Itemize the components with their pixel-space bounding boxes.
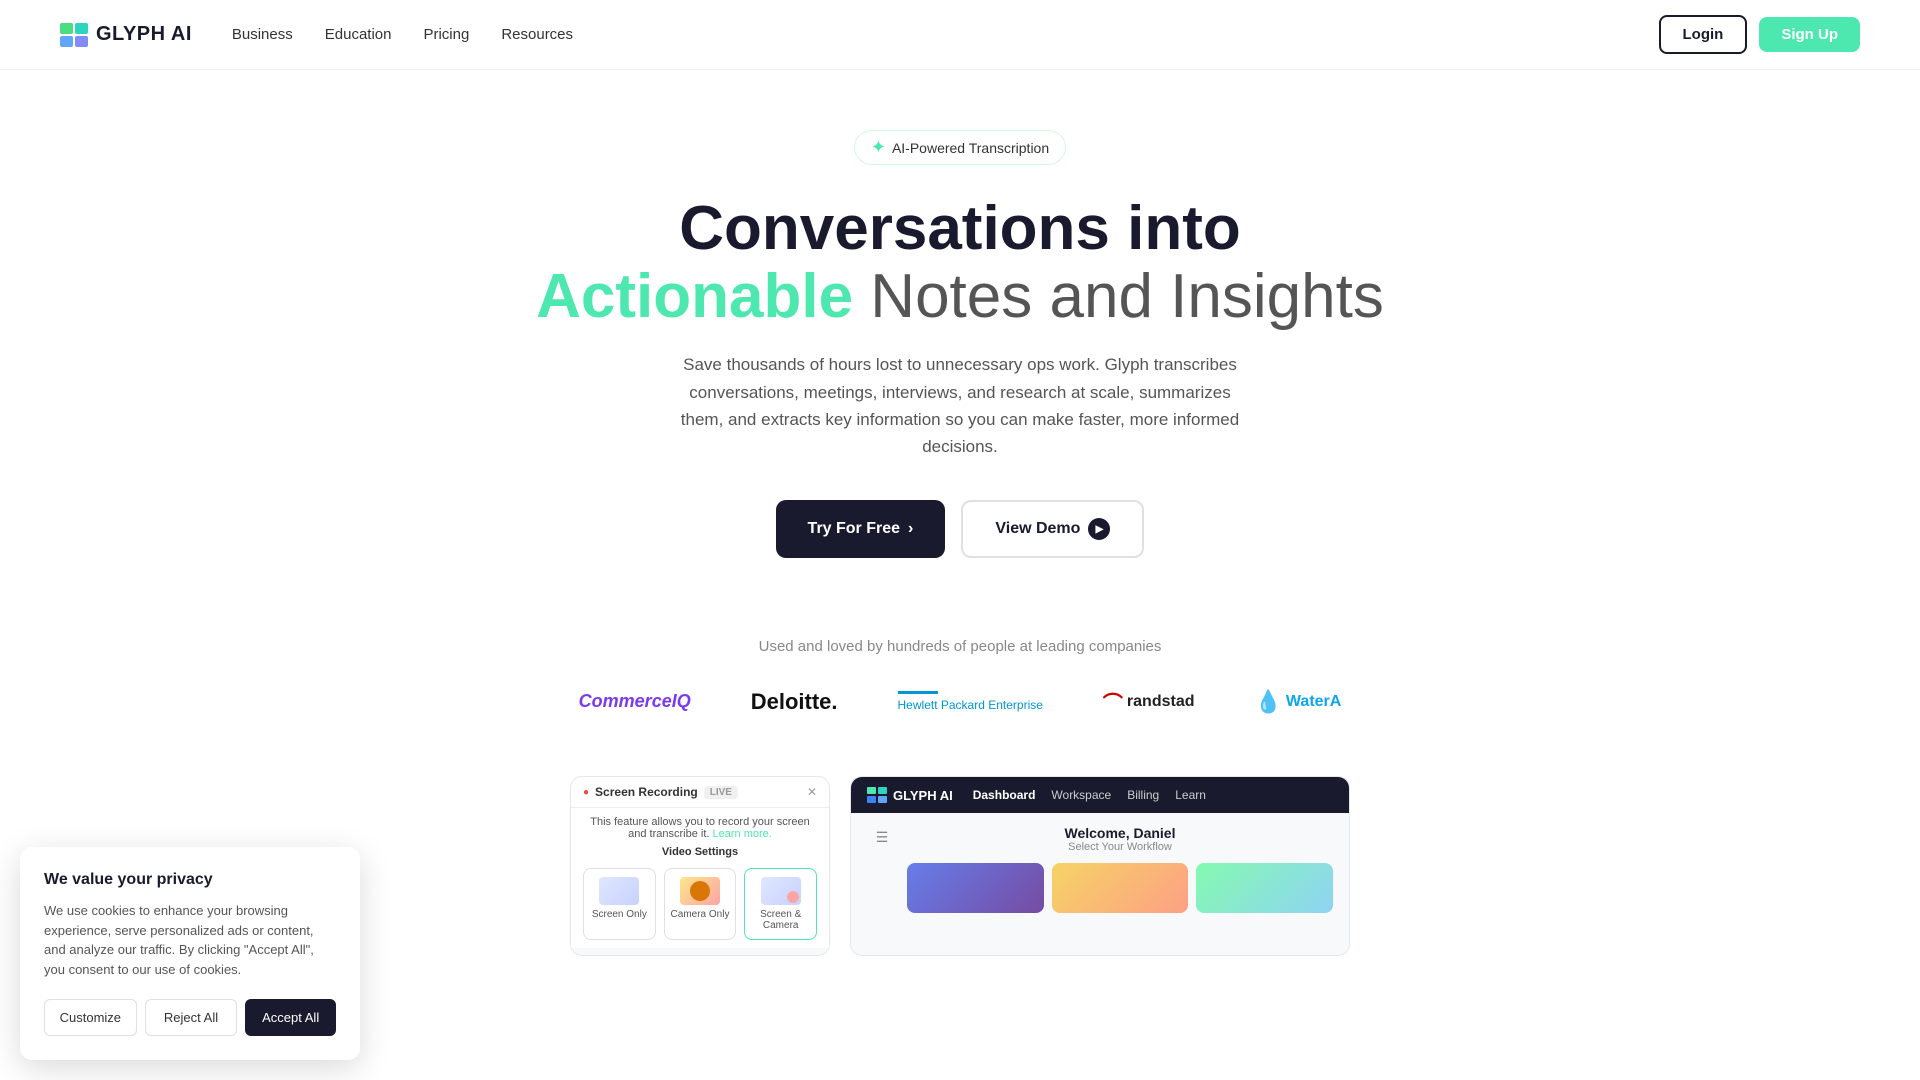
workflow-subtitle: Select Your Workflow bbox=[907, 841, 1333, 853]
login-button[interactable]: Login bbox=[1659, 15, 1748, 54]
nav-links: Business Education Pricing Resources bbox=[232, 26, 573, 43]
workflow-tile-2[interactable] bbox=[1052, 863, 1189, 913]
nav-pricing[interactable]: Pricing bbox=[423, 26, 469, 43]
nav-resources[interactable]: Resources bbox=[501, 26, 573, 43]
logo-randstad: ⌒ randstad bbox=[1103, 687, 1195, 716]
badge-icon: ✦ bbox=[871, 137, 886, 158]
tab-screen-only[interactable]: Screen Only bbox=[583, 868, 656, 940]
app-nav-learn[interactable]: Learn bbox=[1175, 788, 1206, 802]
hero-buttons: Try For Free › View Demo ▶ bbox=[776, 500, 1145, 558]
hero-title-rest: Notes and Insights bbox=[853, 262, 1384, 331]
view-demo-button[interactable]: View Demo ▶ bbox=[961, 500, 1144, 558]
hero-title-line2: Actionable Notes and Insights bbox=[536, 263, 1384, 331]
app-header: GLYPH AI Dashboard Workspace Billing Lea… bbox=[851, 777, 1349, 813]
screen-rec-description: This feature allows you to record your s… bbox=[583, 816, 817, 840]
companies-logos: CommerceIQ Deloitte. Hewlett Packard Ent… bbox=[40, 687, 1880, 716]
welcome-text: Welcome, Daniel bbox=[907, 825, 1333, 841]
live-badge: LIVE bbox=[704, 786, 738, 799]
cookie-title: We value your privacy bbox=[44, 871, 336, 889]
app-body: ☰ Welcome, Daniel Select Your Workflow bbox=[851, 813, 1349, 925]
learn-more-link[interactable]: Learn more. bbox=[713, 828, 772, 840]
app-nav-dashboard[interactable]: Dashboard bbox=[973, 788, 1036, 802]
view-demo-label: View Demo bbox=[995, 520, 1080, 538]
cookie-banner: We value your privacy We use cookies to … bbox=[20, 847, 360, 1060]
workflow-tile-3[interactable] bbox=[1196, 863, 1333, 913]
recording-tabs: Screen Only Camera Only Screen & Camera bbox=[583, 868, 817, 940]
navbar-left: GLYPH AI Business Education Pricing Reso… bbox=[60, 23, 573, 47]
try-free-button[interactable]: Try For Free › bbox=[776, 500, 946, 558]
workflow-grid bbox=[907, 863, 1333, 913]
logo-deloitte: Deloitte. bbox=[751, 689, 838, 715]
logo-commerceiq: CommerceIQ bbox=[579, 691, 691, 712]
screen-rec-title: ● Screen Recording LIVE bbox=[583, 785, 738, 799]
nav-education[interactable]: Education bbox=[325, 26, 392, 43]
reject-button[interactable]: Reject All bbox=[145, 999, 238, 1036]
hero-title: Conversations into Actionable Notes and … bbox=[536, 195, 1384, 331]
app-logo: GLYPH AI bbox=[867, 787, 953, 803]
logo-hp: Hewlett Packard Enterprise bbox=[898, 691, 1043, 712]
video-settings-label: Video Settings bbox=[583, 846, 817, 858]
signup-button[interactable]: Sign Up bbox=[1759, 17, 1860, 52]
app-logo-text: GLYPH AI bbox=[893, 788, 953, 803]
cookie-text: We use cookies to enhance your browsing … bbox=[44, 901, 336, 979]
screen-rec-header: ● Screen Recording LIVE ✕ bbox=[571, 777, 829, 808]
sidebar-menu-icon[interactable]: ☰ bbox=[873, 829, 891, 847]
app-nav-workspace[interactable]: Workspace bbox=[1051, 788, 1111, 802]
app-sidebar: ☰ bbox=[867, 825, 897, 913]
demo-play-icon: ▶ bbox=[1088, 518, 1110, 540]
customize-button[interactable]: Customize bbox=[44, 999, 137, 1036]
nav-business[interactable]: Business bbox=[232, 26, 293, 43]
record-icon: ● bbox=[583, 787, 589, 798]
app-nav: Dashboard Workspace Billing Learn bbox=[973, 788, 1206, 802]
app-nav-billing[interactable]: Billing bbox=[1127, 788, 1159, 802]
try-free-label: Try For Free bbox=[808, 520, 900, 538]
hero-badge: ✦ AI-Powered Transcription bbox=[854, 130, 1066, 165]
screen-rec-body: This feature allows you to record your s… bbox=[571, 808, 829, 948]
cookie-buttons: Customize Reject All Accept All bbox=[44, 999, 336, 1036]
tab-screen-camera[interactable]: Screen & Camera bbox=[744, 868, 817, 940]
app-dashboard-card: GLYPH AI Dashboard Workspace Billing Lea… bbox=[850, 776, 1350, 956]
navbar-right: Login Sign Up bbox=[1659, 15, 1861, 54]
navbar: GLYPH AI Business Education Pricing Reso… bbox=[0, 0, 1920, 70]
screen-recording-card: ● Screen Recording LIVE ✕ This feature a… bbox=[570, 776, 830, 956]
hero-subtitle: Save thousands of hours lost to unnecess… bbox=[680, 351, 1240, 460]
hero-title-line1: Conversations into bbox=[536, 195, 1384, 263]
logo-text: GLYPH AI bbox=[96, 23, 192, 46]
workflow-tile-1[interactable] bbox=[907, 863, 1044, 913]
accept-button[interactable]: Accept All bbox=[245, 999, 336, 1036]
companies-section: Used and loved by hundreds of people at … bbox=[40, 618, 1880, 756]
badge-text: AI-Powered Transcription bbox=[892, 140, 1049, 156]
close-icon[interactable]: ✕ bbox=[807, 785, 817, 799]
app-logo-icon bbox=[867, 787, 887, 803]
try-free-arrow: › bbox=[908, 520, 913, 538]
companies-label: Used and loved by hundreds of people at … bbox=[40, 638, 1880, 655]
logo[interactable]: GLYPH AI bbox=[60, 23, 192, 47]
logo-water: 💧 WaterA bbox=[1255, 689, 1342, 715]
screenshots-area: ● Screen Recording LIVE ✕ This feature a… bbox=[530, 756, 1390, 956]
app-content: Welcome, Daniel Select Your Workflow bbox=[907, 825, 1333, 913]
hero-title-bold: Actionable bbox=[536, 262, 853, 331]
tab-camera-only[interactable]: Camera Only bbox=[664, 868, 737, 940]
logo-icon bbox=[60, 23, 88, 47]
